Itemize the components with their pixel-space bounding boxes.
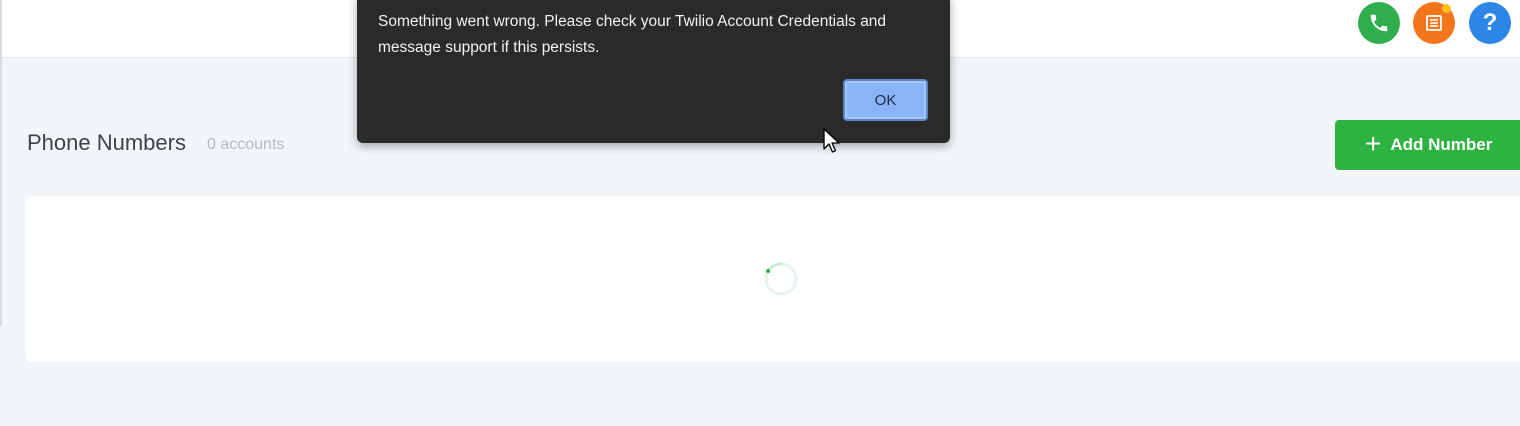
- loading-spinner-icon: [764, 262, 798, 296]
- alert-message: Something went wrong. Please check your …: [378, 13, 887, 56]
- sidebar-edge: [0, 0, 2, 326]
- add-number-label: Add Number: [1390, 135, 1493, 154]
- phone-icon: [1370, 14, 1388, 32]
- page-title: Phone Numbers: [27, 130, 186, 155]
- alert-dialog: Something went wrong. Please check your …: [357, 0, 950, 143]
- notes-icon: [1426, 15, 1442, 31]
- notes-button[interactable]: [1413, 2, 1455, 44]
- mouse-cursor-icon: [823, 128, 840, 153]
- phone-button[interactable]: [1358, 2, 1400, 44]
- notification-badge: [1442, 4, 1451, 13]
- help-button[interactable]: ?: [1469, 2, 1511, 44]
- add-number-button[interactable]: + Add Number: [1335, 120, 1520, 170]
- ok-button[interactable]: OK: [843, 79, 928, 121]
- account-count: 0 accounts: [207, 136, 285, 153]
- help-icon: ?: [1482, 9, 1498, 36]
- plus-icon: +: [1365, 127, 1382, 159]
